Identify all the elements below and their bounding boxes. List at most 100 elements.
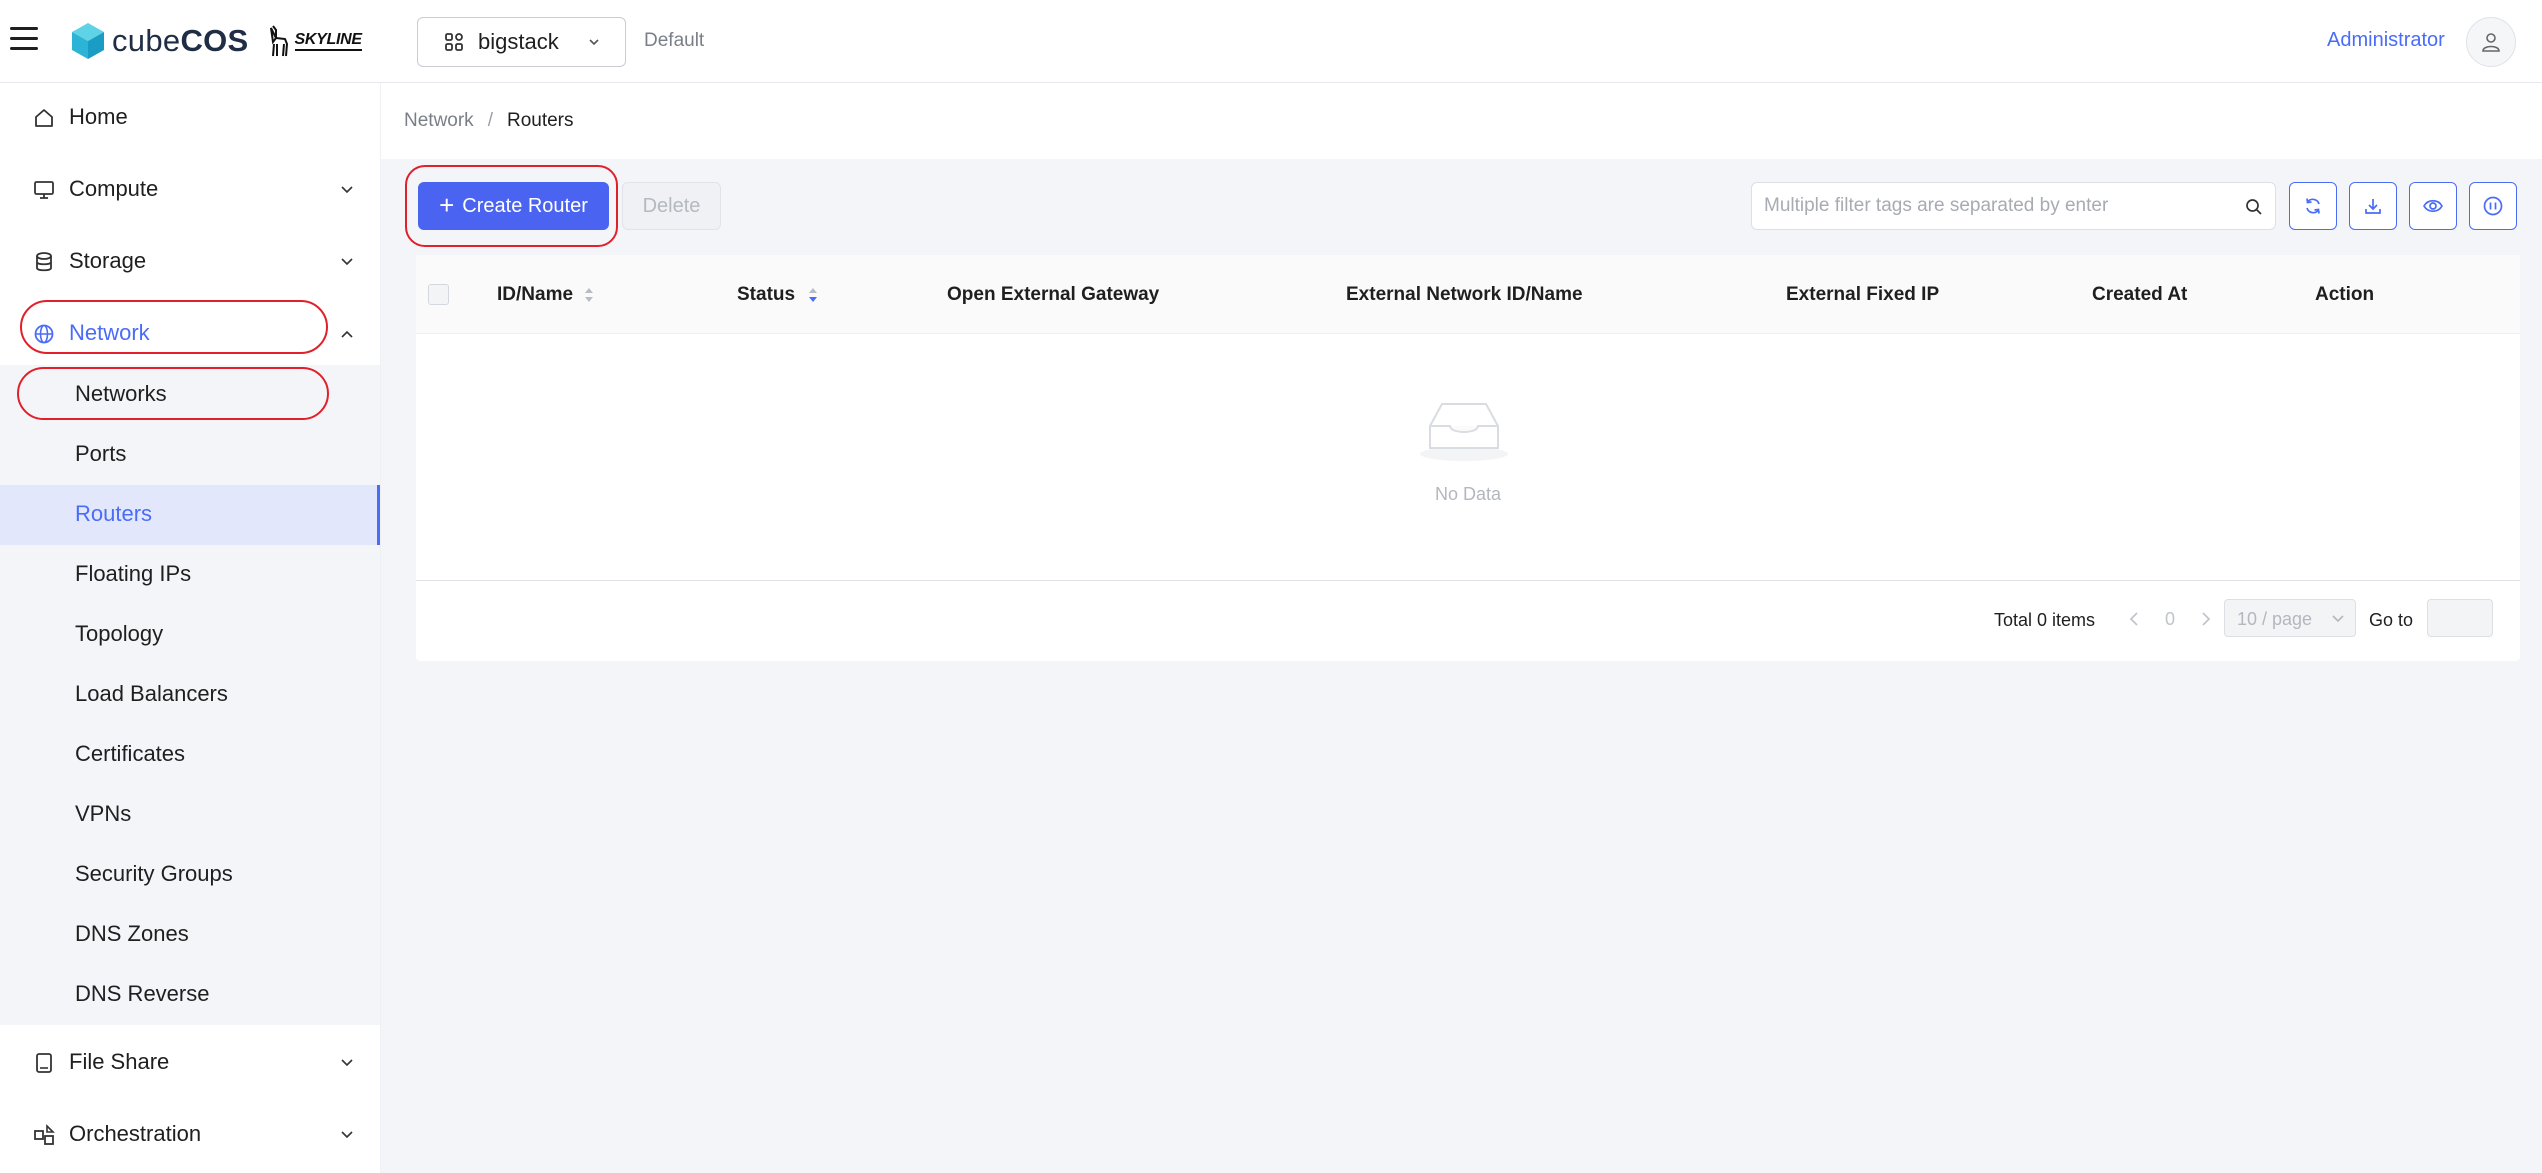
refresh-button[interactable]: [2289, 182, 2337, 230]
column-visibility-button[interactable]: [2409, 182, 2457, 230]
network-submenu: Networks Ports Routers Floating IPs Topo…: [0, 365, 380, 1025]
search-input[interactable]: [1752, 183, 2212, 229]
prev-page-icon[interactable]: [2128, 611, 2140, 627]
pause-refresh-button[interactable]: [2469, 182, 2517, 230]
plus-icon: +: [439, 189, 455, 220]
goto-label: Go to: [2369, 610, 2414, 630]
chevron-down-icon: [341, 258, 353, 266]
project-selector[interactable]: bigstack: [417, 17, 626, 67]
page-size-select[interactable]: 10 / page: [2224, 599, 2356, 637]
chevron-down-icon: [341, 1059, 353, 1067]
sidebar-item-label: Compute: [69, 176, 159, 201]
page-size-value: 10 / page: [2237, 609, 2313, 629]
user-icon: [2482, 33, 2500, 52]
create-router-button[interactable]: + Create Router: [418, 182, 609, 230]
home-icon: [35, 109, 53, 127]
sidebar: Home Compute Storage Network Networks Po…: [0, 83, 381, 1173]
apps-icon: [445, 33, 463, 51]
skyline-text: SKYLINE: [294, 31, 362, 51]
file-icon: [36, 1053, 52, 1073]
column-header-id-name[interactable]: ID/Name: [497, 284, 573, 306]
sidebar-subitem-topology[interactable]: Topology: [0, 605, 380, 665]
delete-button[interactable]: Delete: [622, 182, 721, 230]
sidebar-subitem-dns-reverse[interactable]: DNS Reverse: [0, 965, 380, 1025]
next-page-icon[interactable]: [2200, 611, 2212, 627]
search-box[interactable]: [1751, 182, 2276, 230]
routers-table: ID/Name Status Open External Gateway Ext…: [416, 255, 2520, 661]
breadcrumb-bar: Network / Routers: [381, 83, 2542, 159]
sidebar-subitem-certificates[interactable]: Certificates: [0, 725, 380, 785]
column-header-created-at: Created At: [2092, 284, 2188, 305]
chevron-down-icon: [2332, 615, 2344, 623]
goto-page-input[interactable]: [2427, 599, 2493, 637]
subitem-label: Security Groups: [75, 861, 233, 886]
no-data-text: No Data: [1434, 484, 1502, 504]
sort-icon[interactable]: [583, 283, 595, 307]
column-header-external-network: External Network ID/Name: [1346, 284, 1583, 305]
sidebar-item-storage[interactable]: Storage: [0, 233, 380, 289]
column-header-external-fixed-ip: External Fixed IP: [1786, 284, 1940, 305]
breadcrumb-separator: /: [487, 110, 493, 131]
sidebar-item-network[interactable]: Network: [0, 305, 380, 361]
create-router-label: Create Router: [462, 194, 588, 217]
sidebar-subitem-vpns[interactable]: VPNs: [0, 785, 380, 845]
chevron-down-icon: [341, 186, 353, 194]
sidebar-item-compute[interactable]: Compute: [0, 161, 380, 217]
subitem-label: Floating IPs: [75, 561, 192, 586]
chevron-down-icon: [589, 39, 599, 46]
domain-label: Default: [644, 30, 705, 51]
sidebar-subitem-load-balancers[interactable]: Load Balancers: [0, 665, 380, 725]
subitem-label: Load Balancers: [75, 681, 228, 706]
sidebar-subitem-dns-zones[interactable]: DNS Zones: [0, 905, 380, 965]
project-name: bigstack: [478, 29, 559, 54]
subitem-label: Certificates: [75, 741, 186, 766]
download-button[interactable]: [2349, 182, 2397, 230]
cubecos-logo: cubeCOS SKYLINE: [70, 20, 362, 62]
subitem-label: Topology: [75, 621, 164, 646]
eye-icon: [2423, 199, 2443, 213]
brand-cos: COS: [180, 23, 249, 58]
sidebar-subitem-ports[interactable]: Ports: [0, 425, 380, 485]
breadcrumb-current: Routers: [506, 110, 574, 131]
sidebar-item-label: Network: [69, 320, 150, 345]
sidebar-item-label: Orchestration: [69, 1121, 202, 1146]
breadcrumb: Network / Routers: [404, 110, 574, 132]
column-header-status[interactable]: Status: [737, 284, 795, 306]
subitem-label: VPNs: [75, 801, 132, 826]
top-header: cubeCOS SKYLINE bigstack Default Adminis…: [0, 0, 2542, 83]
sidebar-subitem-networks[interactable]: Networks: [0, 365, 380, 425]
download-icon: [2365, 199, 2381, 214]
cube-logo-icon: [72, 23, 104, 59]
subitem-label: DNS Zones: [75, 921, 189, 946]
menu-toggle-icon[interactable]: [10, 27, 38, 51]
brand-cube: cube: [112, 23, 181, 58]
page-number: 0: [2165, 609, 2176, 629]
total-items: Total 0 items: [1994, 610, 2096, 630]
refresh-icon: [2306, 198, 2320, 214]
globe-icon: [34, 324, 54, 344]
sidebar-subitem-security-groups[interactable]: Security Groups: [0, 845, 380, 905]
subitem-label: DNS Reverse: [75, 981, 210, 1006]
search-icon[interactable]: [2245, 198, 2263, 216]
sort-icon[interactable]: [807, 283, 819, 307]
breadcrumb-network[interactable]: Network: [404, 110, 474, 132]
delete-label: Delete: [642, 194, 701, 217]
sidebar-subitem-routers[interactable]: Routers: [0, 485, 380, 545]
sidebar-item-orchestration[interactable]: Orchestration: [0, 1106, 380, 1162]
subitem-label: Networks: [75, 381, 167, 406]
pagination: Total 0 items 0 10 / page Go to: [416, 581, 2520, 661]
empty-inbox-icon: [1420, 403, 1508, 461]
column-header-open-external-gateway: Open External Gateway: [947, 284, 1160, 305]
select-all-checkbox[interactable]: [428, 284, 449, 305]
sidebar-item-home[interactable]: Home: [0, 89, 380, 145]
table-header: ID/Name Status Open External Gateway Ext…: [416, 255, 2520, 334]
subitem-label: Routers: [75, 501, 153, 526]
sidebar-item-file-share[interactable]: File Share: [0, 1034, 380, 1090]
chevron-up-icon: [341, 330, 353, 338]
sidebar-subitem-floating-ips[interactable]: Floating IPs: [0, 545, 380, 605]
main-content: Network / Routers + Create Router Delete…: [381, 83, 2542, 1173]
monitor-icon: [34, 181, 54, 199]
user-avatar[interactable]: [2466, 17, 2516, 67]
sidebar-item-label: Home: [69, 104, 128, 129]
user-menu-link[interactable]: Administrator: [2327, 29, 2445, 52]
